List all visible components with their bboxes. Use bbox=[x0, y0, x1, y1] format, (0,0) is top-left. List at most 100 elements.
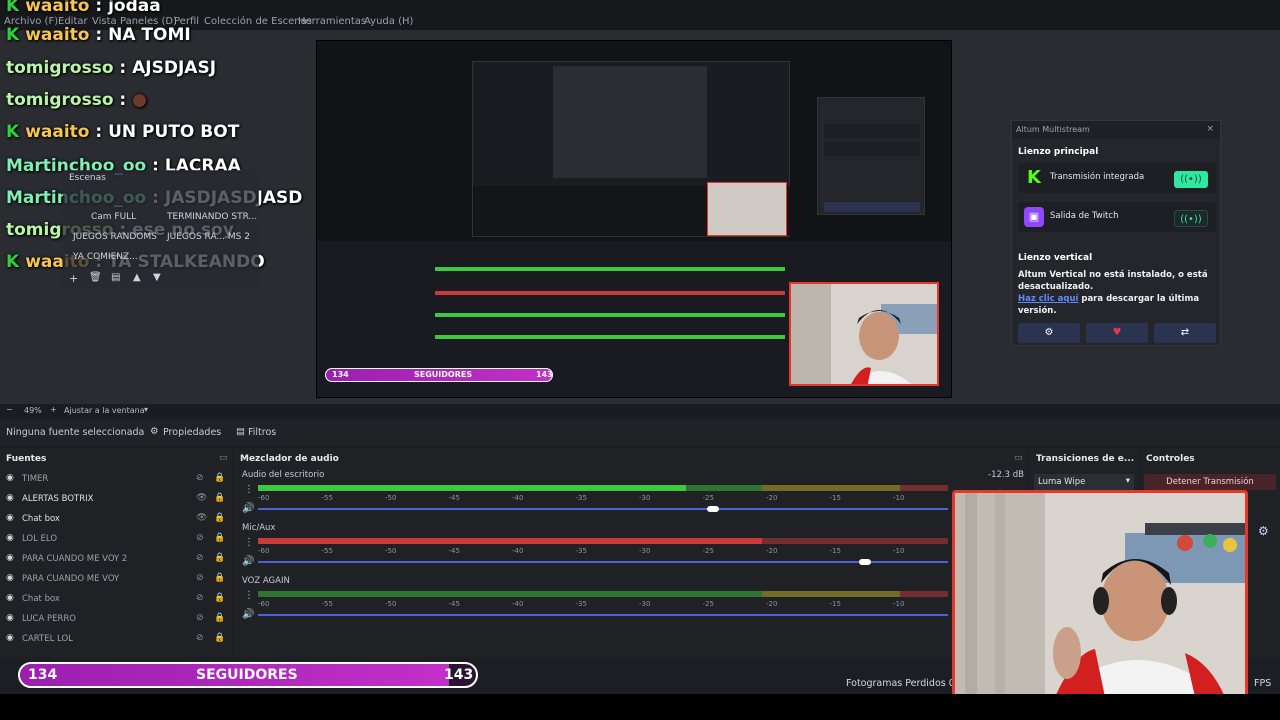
scene-item[interactable]: Cam FULL bbox=[91, 212, 136, 222]
zoom-out-icon[interactable]: − bbox=[6, 405, 13, 414]
source-item[interactable]: ◉ LUCA PERRO ⊘ 🔒 bbox=[6, 613, 228, 630]
chevron-down-icon[interactable]: ▾ bbox=[144, 405, 148, 414]
target-row-kick[interactable]: K Transmisión integrada ((•)) bbox=[1018, 163, 1216, 193]
dock-menu-icon[interactable]: ▭ bbox=[219, 453, 228, 463]
zoom-mode[interactable]: Ajustar a la ventana bbox=[64, 406, 145, 415]
filter-icon[interactable]: ▤ bbox=[111, 272, 120, 283]
trash-icon[interactable]: 🗑 bbox=[89, 272, 102, 283]
volume-slider[interactable] bbox=[258, 508, 948, 510]
tick-label: -15 bbox=[829, 600, 841, 608]
properties-button[interactable]: Propiedades bbox=[163, 427, 221, 438]
tick-label: -20 bbox=[766, 600, 778, 608]
zoom-in-icon[interactable]: + bbox=[50, 405, 57, 414]
menu-item[interactable]: Herramientas bbox=[298, 16, 366, 27]
move-up-icon[interactable]: ▲ bbox=[133, 272, 141, 283]
broadcast-toggle-off[interactable]: ((•)) bbox=[1174, 210, 1208, 227]
source-type-icon: ◉ bbox=[6, 513, 14, 523]
source-item[interactable]: ◉ PARA CUANDO ME VOY 2 ⊘ 🔒 bbox=[6, 553, 228, 570]
download-link[interactable]: Haz clic aquí bbox=[1018, 294, 1078, 304]
lock-icon[interactable]: 🔒 bbox=[214, 593, 225, 603]
source-label: LUCA PERRO bbox=[22, 614, 76, 624]
volume-knob[interactable] bbox=[859, 559, 872, 565]
tick-label: -50 bbox=[385, 600, 397, 608]
source-item[interactable]: ◉ ALERTAS BOTRIX 👁 🔒 bbox=[6, 493, 228, 510]
stop-stream-button[interactable]: Detener Transmisión bbox=[1144, 474, 1276, 490]
lock-icon[interactable]: 🔒 bbox=[214, 613, 225, 623]
eye-off-icon[interactable]: ⊘ bbox=[196, 573, 204, 583]
audio-meter-segment bbox=[258, 591, 762, 597]
tick-label: -15 bbox=[829, 494, 841, 502]
add-scene-icon[interactable]: + bbox=[69, 272, 78, 285]
speaker-icon[interactable]: 🔊 bbox=[242, 503, 254, 514]
speaker-icon[interactable]: 🔊 bbox=[242, 609, 254, 620]
tick-label: -45 bbox=[448, 547, 460, 555]
volume-slider[interactable] bbox=[258, 561, 948, 563]
target-row-twitch[interactable]: ▣ Salida de Twitch ((•)) bbox=[1018, 202, 1216, 232]
zoom-level: 49% bbox=[24, 406, 42, 415]
kick-icon: K bbox=[1024, 168, 1044, 188]
kick-icon: K bbox=[6, 25, 20, 45]
gear-icon[interactable]: ⚙ bbox=[1018, 323, 1080, 343]
move-down-icon[interactable]: ▼ bbox=[153, 272, 161, 283]
tick-label: -35 bbox=[575, 600, 587, 608]
menu-item[interactable]: Ayuda (H) bbox=[364, 16, 413, 27]
tick-label: -25 bbox=[702, 600, 714, 608]
audio-meter-level bbox=[258, 485, 686, 491]
eye-off-icon[interactable]: ⊘ bbox=[196, 553, 204, 563]
speaker-icon[interactable]: 🔊 bbox=[242, 556, 254, 567]
kebab-menu-icon[interactable]: ⋮ bbox=[244, 484, 254, 495]
tick-label: -15 bbox=[829, 547, 841, 555]
lock-icon[interactable]: 🔒 bbox=[214, 633, 225, 643]
eye-off-icon[interactable]: ⊘ bbox=[196, 473, 204, 483]
bottom-strip bbox=[0, 694, 1280, 720]
altum-button-row: ⚙ ♥ ⇄ bbox=[1018, 323, 1216, 343]
mixer-channel-name: Mic/Aux bbox=[242, 523, 276, 533]
volume-knob[interactable] bbox=[707, 506, 720, 512]
scene-item[interactable]: TERMINANDO STR... bbox=[167, 212, 257, 222]
dock-menu-icon[interactable]: ▭ bbox=[1014, 453, 1023, 463]
filters-button[interactable]: Filtros bbox=[248, 427, 276, 438]
transition-select[interactable]: Luma Wipe ▾ bbox=[1034, 474, 1134, 490]
lock-icon[interactable]: 🔒 bbox=[214, 533, 225, 543]
scene-item[interactable]: JUEGOS RANDOMS bbox=[73, 232, 157, 242]
chat-text: jodaa bbox=[108, 0, 161, 16]
altum-multistream-dock: Altum Multistream × Lienzo principal K T… bbox=[1011, 120, 1221, 346]
scene-item[interactable]: JUEGOS RA... MS 2 bbox=[167, 232, 250, 242]
chat-username: waaito bbox=[25, 0, 90, 16]
chat-message: tomigrosso : ● bbox=[6, 90, 147, 110]
chat-separator: : bbox=[113, 90, 133, 110]
tick-label: -50 bbox=[385, 547, 397, 555]
lock-icon[interactable]: 🔒 bbox=[214, 473, 225, 483]
eye-icon[interactable]: 👁 bbox=[196, 493, 207, 503]
lock-icon[interactable]: 🔒 bbox=[214, 493, 225, 503]
eye-icon[interactable]: 👁 bbox=[196, 513, 207, 523]
scene-item[interactable]: YA COMIENZ... bbox=[73, 252, 138, 262]
heart-icon[interactable]: ♥ bbox=[1086, 323, 1148, 343]
kebab-menu-icon[interactable]: ⋮ bbox=[244, 537, 254, 548]
gear-icon[interactable]: ⚙ bbox=[1258, 524, 1269, 538]
source-item[interactable]: ◉ Chat box ⊘ 🔒 bbox=[6, 593, 228, 610]
share-icon[interactable]: ⇄ bbox=[1154, 323, 1216, 343]
source-item[interactable]: ◉ TIMER ⊘ 🔒 bbox=[6, 473, 228, 490]
source-item[interactable]: ◉ LOL ELO ⊘ 🔒 bbox=[6, 533, 228, 550]
source-item[interactable]: ◉ Chat box 👁 🔒 bbox=[6, 513, 228, 530]
kebab-menu-icon[interactable]: ⋮ bbox=[244, 590, 254, 601]
broadcast-toggle-on[interactable]: ((•)) bbox=[1174, 171, 1208, 188]
eye-off-icon[interactable]: ⊘ bbox=[196, 593, 204, 603]
source-item[interactable]: ◉ CARTEL LOL ⊘ 🔒 bbox=[6, 633, 228, 650]
eye-off-icon[interactable]: ⊘ bbox=[196, 613, 204, 623]
source-item[interactable]: ◉ PARA CUANDO ME VOY ⊘ 🔒 bbox=[6, 573, 228, 590]
eye-off-icon[interactable]: ⊘ bbox=[196, 533, 204, 543]
volume-slider[interactable] bbox=[258, 614, 948, 616]
nested-altum-dock bbox=[817, 97, 925, 215]
lock-icon[interactable]: 🔒 bbox=[214, 513, 225, 523]
chat-separator: : bbox=[89, 122, 109, 142]
lock-icon[interactable]: 🔒 bbox=[214, 573, 225, 583]
webcam-preview-small bbox=[789, 282, 939, 386]
close-icon[interactable]: × bbox=[1206, 124, 1214, 134]
lock-icon[interactable]: 🔒 bbox=[214, 553, 225, 563]
source-label: TIMER bbox=[22, 474, 49, 484]
tick-label: -50 bbox=[385, 494, 397, 502]
sources-title: Fuentes bbox=[6, 454, 47, 464]
eye-off-icon[interactable]: ⊘ bbox=[196, 633, 204, 643]
